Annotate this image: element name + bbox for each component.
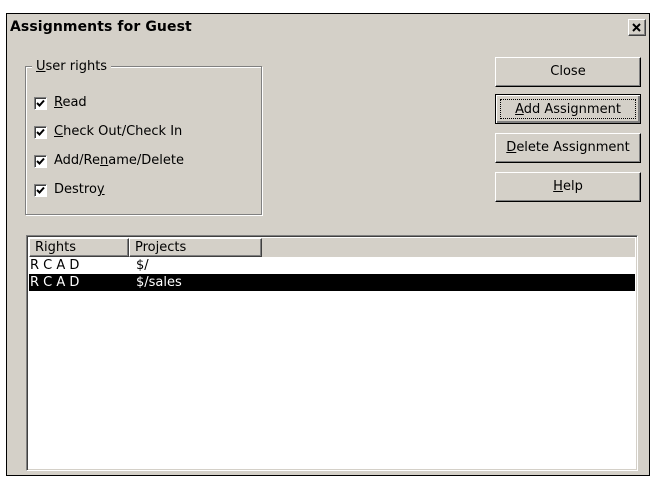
checkmark-icon xyxy=(36,99,45,107)
checkmark-icon xyxy=(36,157,45,165)
assignments-list[interactable]: Rights Projects R C A D $/ R C A D $/sal… xyxy=(26,235,638,471)
add-rename-delete-label: Add/Rename/Delete xyxy=(54,153,184,168)
row-project: $/ xyxy=(136,258,149,273)
window-close-button[interactable] xyxy=(628,19,646,36)
focus-rectangle: Add Assignment xyxy=(500,99,636,119)
assignment-row[interactable]: R C A D $/ xyxy=(29,257,635,274)
checkmark-icon xyxy=(36,186,45,194)
close-button[interactable]: Close xyxy=(495,57,641,87)
title-bar: Assignments for Guest xyxy=(7,14,649,42)
read-checkbox[interactable] xyxy=(34,97,47,110)
check-out-in-checkbox[interactable] xyxy=(34,126,47,139)
assignments-dialog: Assignments for Guest User rights Read C… xyxy=(6,13,650,476)
read-label: Read xyxy=(54,95,87,110)
delete-assignment-button[interactable]: Delete Assignment xyxy=(495,133,641,163)
destroy-label: Destroy xyxy=(54,182,105,197)
close-icon xyxy=(632,23,641,32)
row-rights: R C A D xyxy=(30,275,80,290)
window-title: Assignments for Guest xyxy=(10,19,192,35)
destroy-checkbox[interactable] xyxy=(34,184,47,197)
user-rights-legend: User rights xyxy=(32,59,112,74)
help-button[interactable]: Help xyxy=(495,172,641,202)
check-out-in-label: Check Out/Check In xyxy=(54,124,183,139)
row-project: $/sales xyxy=(136,275,182,290)
add-rename-delete-checkbox[interactable] xyxy=(34,155,47,168)
assignment-row-selected[interactable]: R C A D $/sales xyxy=(29,274,635,291)
column-header-rights[interactable]: Rights xyxy=(29,238,129,257)
column-header-projects[interactable]: Projects xyxy=(129,238,262,257)
add-assignment-button[interactable]: Add Assignment xyxy=(495,94,641,124)
list-header: Rights Projects xyxy=(29,238,635,257)
checkmark-icon xyxy=(36,128,45,136)
row-rights: R C A D xyxy=(30,258,80,273)
